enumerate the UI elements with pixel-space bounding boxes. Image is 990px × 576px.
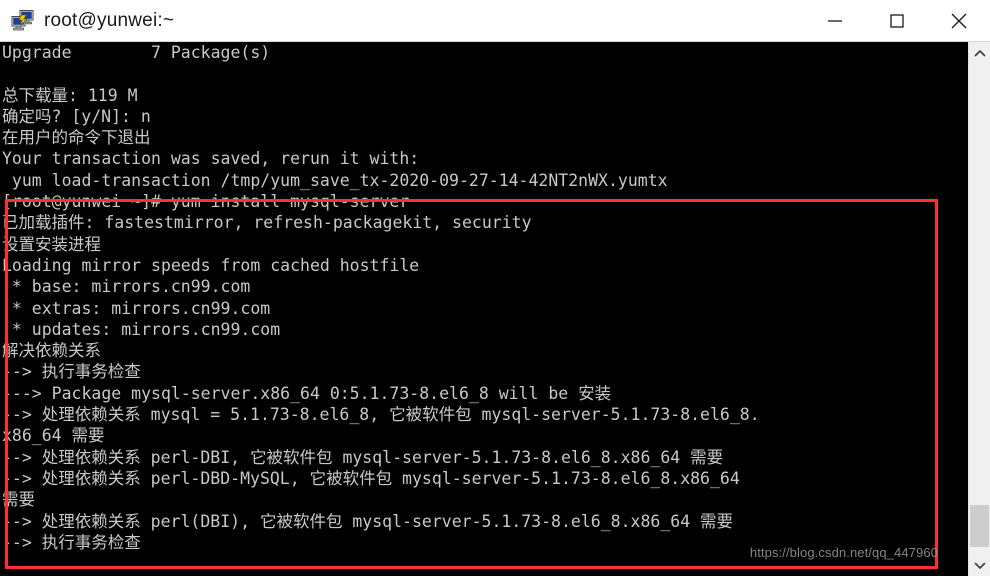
terminal-line: --> 处理依赖关系 perl(DBI), 它被软件包 mysql-server… [2, 511, 734, 531]
window-titlebar[interactable]: root@yunwei:~ [0, 0, 990, 42]
scrollbar-track-upper[interactable] [969, 64, 990, 505]
terminal-line: --> 处理依赖关系 perl-DBD-MySQL, 它被软件包 mysql-s… [2, 468, 740, 488]
terminal-line: x86_64 需要 [2, 426, 105, 446]
close-button[interactable] [928, 0, 990, 41]
terminal-line: 解决依赖关系 [2, 341, 101, 361]
vertical-scrollbar[interactable] [968, 42, 990, 576]
terminal-line: 总下载量: 119 M [2, 85, 138, 105]
terminal-line: 需要 [2, 490, 35, 510]
terminal-line: --> 执行事务检查 [2, 362, 141, 382]
terminal-line: [root@yunwei ~]# yum install mysql-serve… [2, 192, 410, 212]
terminal-line: 已加载插件: fastestmirror, refresh-packagekit… [2, 213, 532, 233]
terminal-line: 确定吗? [y/N]: n [2, 106, 151, 126]
scroll-down-arrow-icon[interactable] [969, 554, 990, 576]
scroll-up-arrow-icon[interactable] [969, 42, 990, 64]
terminal-line: 在用户的命令下退出 [2, 128, 151, 148]
scrollbar-track-lower[interactable] [969, 547, 990, 554]
terminal-line: 设置安装进程 [2, 234, 101, 254]
scroll-thumb[interactable] [970, 505, 989, 547]
terminal-line: Loading mirror speeds from cached hostfi… [2, 255, 420, 275]
terminal-line: --> 处理依赖关系 mysql = 5.1.73-8.el6_8, 它被软件包… [2, 405, 760, 425]
terminal-line: Your transaction was saved, rerun it wit… [2, 149, 420, 169]
watermark-text: https://blog.csdn.net/qq_447960 [749, 545, 938, 560]
terminal-line: Upgrade 7 Package(s) [2, 43, 271, 62]
terminal-line: * extras: mirrors.cn99.com [2, 298, 271, 318]
terminal-output-area[interactable]: Upgrade 7 Package(s) 总下载量: 119 M 确定吗? [y/… [0, 42, 968, 576]
titlebar-left-group: root@yunwei:~ [0, 8, 804, 34]
terminal-line: * updates: mirrors.cn99.com [2, 319, 281, 339]
maximize-button[interactable] [866, 0, 928, 41]
minimize-button[interactable] [804, 0, 866, 41]
terminal-line: --> 处理依赖关系 perl-DBI, 它被软件包 mysql-server-… [2, 447, 724, 467]
terminal-line: ---> Package mysql-server.x86_64 0:5.1.7… [2, 383, 612, 403]
putty-icon [10, 8, 36, 34]
putty-terminal-window: root@yunwei:~ Upgrade 7 Package(s) 总下载量:… [0, 0, 990, 576]
terminal-line: * base: mirrors.cn99.com [2, 277, 251, 297]
terminal-line-list: Upgrade 7 Package(s) 总下载量: 119 M 确定吗? [y/… [0, 42, 968, 553]
terminal-line: yum load-transaction /tmp/yum_save_tx-20… [2, 170, 668, 190]
window-title: root@yunwei:~ [44, 9, 175, 31]
